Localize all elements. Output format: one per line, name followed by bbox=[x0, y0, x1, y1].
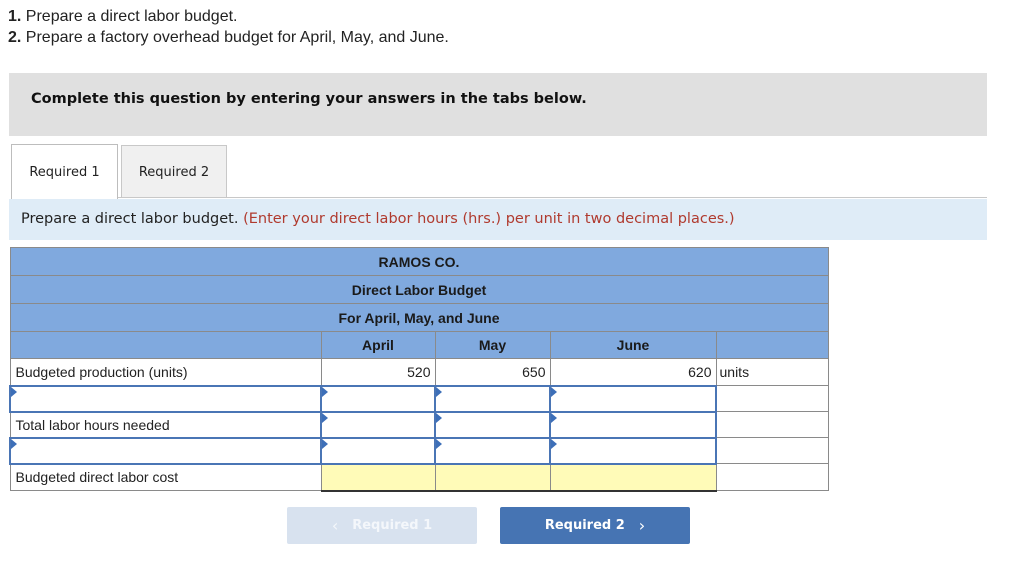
may-input-1[interactable] bbox=[436, 386, 549, 411]
june-input-1[interactable] bbox=[551, 386, 715, 411]
instruction-2: 2. Prepare a factory overhead budget for… bbox=[8, 27, 449, 48]
header-blank bbox=[9, 331, 322, 359]
instruction-text: Prepare a factory overhead budget for Ap… bbox=[25, 29, 449, 46]
unit-blank bbox=[715, 385, 829, 412]
value-may: 650 bbox=[434, 358, 551, 386]
unit-blank bbox=[715, 437, 829, 464]
june-input-cell[interactable] bbox=[549, 410, 717, 439]
label-input-2[interactable] bbox=[11, 438, 320, 463]
instruction-text: Prepare a direct labor budget. bbox=[25, 8, 238, 25]
instruction-1: 1. Prepare a direct labor budget. bbox=[8, 6, 449, 27]
may-input-cell[interactable] bbox=[434, 384, 551, 413]
table-row-input-1 bbox=[9, 384, 829, 413]
label-input-1[interactable] bbox=[11, 386, 320, 411]
row-label: Total labor hours needed bbox=[9, 411, 322, 438]
instructions: 1. Prepare a direct labor budget. 2. Pre… bbox=[8, 6, 449, 48]
may-total-hours-input[interactable] bbox=[436, 412, 549, 437]
table-row-budgeted-production: Budgeted production (units) 520 650 620 … bbox=[9, 358, 829, 386]
instruction-number: 2. bbox=[8, 29, 22, 46]
june-total-hours-input[interactable] bbox=[551, 412, 715, 437]
value-june: 620 bbox=[549, 358, 717, 386]
budget-period: For April, May, and June bbox=[9, 303, 829, 332]
row-label: Budgeted production (units) bbox=[9, 358, 322, 386]
next-button-label: Required 2 bbox=[544, 518, 625, 533]
april-total-hours-input[interactable] bbox=[322, 412, 434, 437]
chevron-right-icon: › bbox=[638, 516, 646, 535]
unit-label: units bbox=[715, 358, 829, 386]
row-label-input[interactable] bbox=[9, 384, 322, 413]
table-row-input-2 bbox=[9, 436, 829, 465]
header-blank bbox=[715, 331, 829, 359]
unit-blank bbox=[715, 411, 829, 438]
value-april: 520 bbox=[320, 358, 436, 386]
question-banner: Complete this question by entering your … bbox=[9, 73, 987, 136]
june-input-2[interactable] bbox=[551, 438, 715, 463]
table-row-budgeted-direct-labor-cost: Budgeted direct labor cost bbox=[9, 463, 829, 492]
column-header-june: June bbox=[549, 331, 717, 359]
column-header-april: April bbox=[320, 331, 436, 359]
may-input-cell[interactable] bbox=[434, 410, 551, 439]
may-input-cell[interactable] bbox=[434, 436, 551, 465]
tab-required-1[interactable]: Required 1 bbox=[11, 144, 118, 199]
banner-text: Complete this question by entering your … bbox=[31, 91, 587, 107]
june-input-cell[interactable] bbox=[549, 436, 717, 465]
tab-divider bbox=[118, 197, 987, 198]
next-button[interactable]: Required 2 › bbox=[500, 507, 690, 544]
april-input-cell[interactable] bbox=[320, 410, 436, 439]
table-row-total-labor-hours: Total labor hours needed bbox=[9, 410, 829, 439]
may-input-2[interactable] bbox=[436, 438, 549, 463]
april-input-cell[interactable] bbox=[320, 436, 436, 465]
budget-title: Direct Labor Budget bbox=[9, 275, 829, 304]
june-computed-cell bbox=[549, 463, 717, 492]
prompt-bar: Prepare a direct labor budget. (Enter yo… bbox=[9, 199, 987, 240]
unit-blank bbox=[715, 463, 829, 491]
april-computed-cell bbox=[320, 463, 436, 492]
april-input-2[interactable] bbox=[322, 438, 434, 463]
prompt-text: Prepare a direct labor budget. (Enter yo… bbox=[21, 211, 735, 227]
instruction-number: 1. bbox=[8, 8, 22, 25]
may-computed-cell bbox=[434, 463, 551, 492]
april-input-cell[interactable] bbox=[320, 384, 436, 413]
tab-required-2[interactable]: Required 2 bbox=[121, 145, 227, 198]
chevron-left-icon: ‹ bbox=[331, 516, 339, 535]
row-label-input[interactable] bbox=[9, 436, 322, 465]
row-label: Budgeted direct labor cost bbox=[9, 463, 322, 491]
june-input-cell[interactable] bbox=[549, 384, 717, 413]
previous-button-label: Required 1 bbox=[352, 518, 433, 533]
prompt-main: Prepare a direct labor budget. bbox=[21, 211, 239, 227]
direct-labor-budget-table: RAMOS CO. Direct Labor Budget For April,… bbox=[9, 247, 829, 492]
prompt-note: (Enter your direct labor hours (hrs.) pe… bbox=[243, 211, 735, 227]
april-input-1[interactable] bbox=[322, 386, 434, 411]
column-header-may: May bbox=[434, 331, 551, 359]
company-name: RAMOS CO. bbox=[9, 247, 829, 276]
previous-button[interactable]: ‹ Required 1 bbox=[287, 507, 477, 544]
tab-bar: Required 1 Required 2 bbox=[11, 144, 227, 199]
